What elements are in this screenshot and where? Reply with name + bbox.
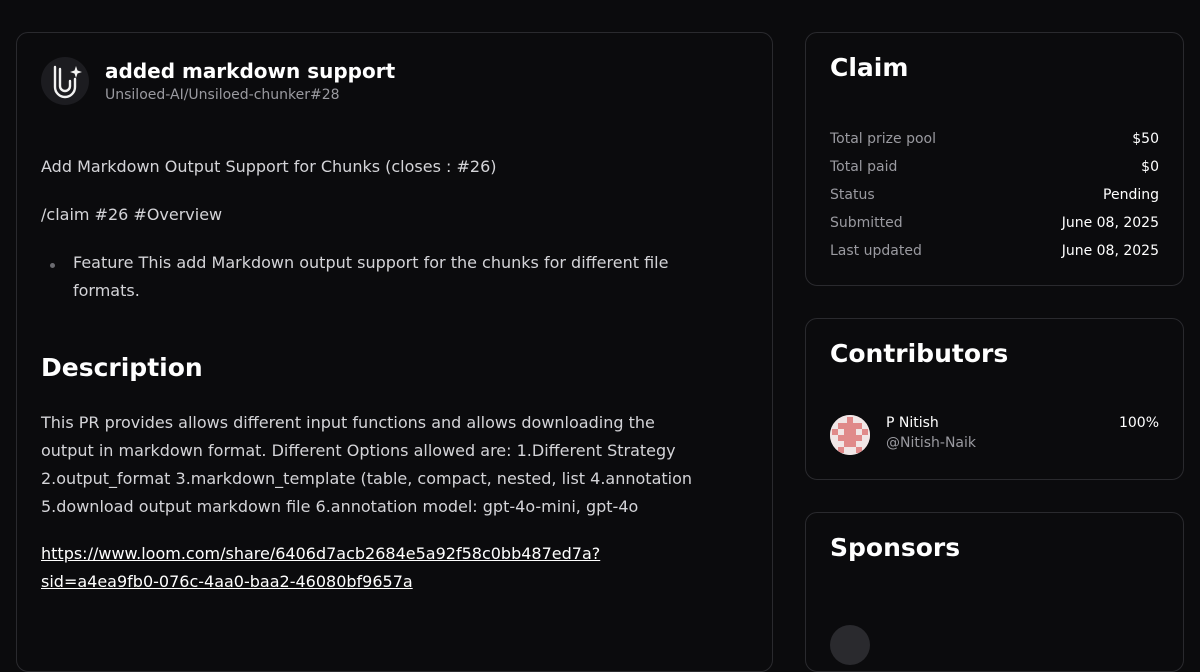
sponsor-avatar[interactable] [830,625,870,665]
claim-value: June 08, 2025 [1061,215,1159,231]
pr-title: added markdown support [105,59,396,83]
description-text: This PR provides allows different input … [41,413,693,516]
sponsors-title: Sponsors [830,533,961,562]
pr-paragraph-claim: /claim #26 #Overview [41,205,223,224]
contributors-title: Contributors [830,339,1009,368]
claim-label: Status [830,187,875,203]
claim-row-total-paid: Total paid $0 [830,153,1159,181]
claim-label: Total prize pool [830,131,936,147]
pr-bullet-feature: Feature This add Markdown output support… [73,253,669,300]
claim-card: Claim Total prize pool $50 Total paid $0… [805,32,1184,286]
claim-value: June 08, 2025 [1061,243,1159,259]
claim-row-status: Status Pending [830,181,1159,209]
status-badge: Pending [1103,187,1159,203]
pr-card: added markdown support Unsiloed-AI/Unsil… [16,32,773,672]
loom-link[interactable]: https://www.loom.com/share/6406d7acb2684… [41,540,701,596]
claim-value: $50 [1132,131,1159,147]
claim-row-last-updated: Last updated June 08, 2025 [830,237,1159,265]
contributor-name[interactable]: P Nitish [886,415,939,431]
contributor-share: 100% [1118,415,1159,431]
claim-label: Submitted [830,215,903,231]
pr-paragraph-closes: Add Markdown Output Support for Chunks (… [41,157,497,176]
claim-row-prize-pool: Total prize pool $50 [830,125,1159,153]
sponsors-card: Sponsors [805,512,1184,672]
claim-title: Claim [830,53,909,82]
claim-label: Last updated [830,243,922,259]
bullet-dot [50,263,55,268]
claim-value: $0 [1141,159,1159,175]
avatar[interactable] [830,415,870,455]
contributor-handle[interactable]: @Nitish-Naik [886,435,976,451]
repo-logo-icon [41,57,89,105]
contributors-card: Contributors P Nitish @Nitish-Naik 100% [805,318,1184,480]
claim-row-submitted: Submitted June 08, 2025 [830,209,1159,237]
claim-label: Total paid [830,159,898,175]
description-heading: Description [41,353,203,382]
pr-reference[interactable]: Unsiloed-AI/Unsiloed-chunker#28 [105,87,340,103]
